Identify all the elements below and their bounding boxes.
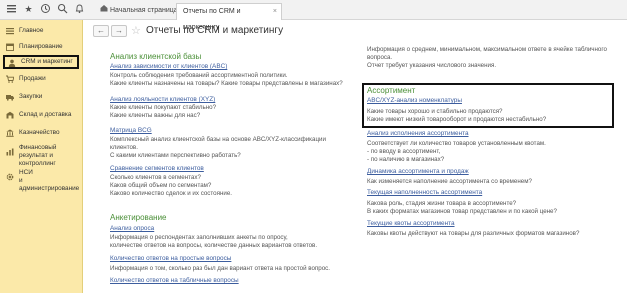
sidebar-item-label: Продажи <box>19 75 46 82</box>
sidebar-item-label: CRM и маркетинг <box>21 58 73 65</box>
sidebar-item-label-line1: Финансовый <box>19 144 57 151</box>
tab-home[interactable]: Начальная страница <box>94 3 184 20</box>
sidebar-item-label: Закупки <box>19 93 43 100</box>
sidebar-item-label: Планирование <box>19 43 63 50</box>
report-description: Каково количество сделок и их состояние. <box>110 190 232 197</box>
report-link-abc-xyz[interactable]: ABC/XYZ-анализ номенклатуры <box>367 97 462 104</box>
sidebar-item-label-line2: и администрирование <box>19 177 80 192</box>
report-link-current-fill[interactable]: Текущая наполненность ассортимента <box>367 189 482 196</box>
report-link-dynamics[interactable]: Динамика ассортимента и продаж <box>367 168 469 175</box>
top-toolbar: ★ Начальная страница Отчеты по CRM и мар… <box>0 0 627 31</box>
bank-icon <box>6 129 14 137</box>
report-description: Соответствует ли количество товаров уста… <box>367 140 546 147</box>
menu-icon[interactable] <box>5 3 18 16</box>
favorites-star-icon[interactable]: ★ <box>22 3 35 16</box>
report-link-segments[interactable]: Сравнение сегментов клиентов <box>110 165 204 172</box>
report-description: Отчет требует указания числового значени… <box>367 62 497 69</box>
report-description: Как изменяется наполнение ассортимента с… <box>367 178 532 185</box>
report-description: Какие клиенты назначены на товары? Какие… <box>110 80 343 87</box>
tab-crm-reports[interactable]: Отчеты по CRM и маркетингу × <box>176 3 282 31</box>
report-description: Какие товары хорошо и стабильно продаютс… <box>367 108 503 115</box>
forward-button[interactable]: → <box>111 25 127 37</box>
sidebar-item-crm[interactable]: CRM и маркетинг <box>3 55 79 69</box>
report-description: Какие клиенты покупают стабильно? <box>110 104 217 111</box>
report-description: - по вводу в ассортимент, <box>367 148 441 155</box>
report-description: Информация о среднем, минимальном, макси… <box>367 46 607 53</box>
sidebar-item-label: Казначейство <box>19 129 60 136</box>
list-icon <box>6 27 14 35</box>
report-link-simple-answers[interactable]: Количество ответов на простые вопросы <box>110 255 231 262</box>
page-title: Отчеты по CRM и маркетингу <box>146 25 284 36</box>
report-description: Каков общий объем по сегментам? <box>110 182 212 189</box>
report-link-assortment-execution[interactable]: Анализ исполнения ассортимента <box>367 130 469 137</box>
report-link-survey[interactable]: Анализ опроса <box>110 225 154 232</box>
notifications-bell-icon[interactable] <box>73 3 86 16</box>
sidebar-item-sales[interactable]: Продажи <box>3 72 79 86</box>
sidebar-item-label: Главное <box>19 27 44 34</box>
back-button[interactable]: ← <box>93 25 109 37</box>
report-link-bcg[interactable]: Матрица BCG <box>110 127 152 134</box>
section-title-assortment: Ассортимент <box>367 86 416 95</box>
report-description: Контроль соблюдения требований ассортиме… <box>110 72 288 79</box>
report-link-current-quotas[interactable]: Текущие квоты ассортимента <box>367 220 455 227</box>
report-description: С какими клиентами перспективно работать… <box>110 152 241 159</box>
report-description: Информация о том, сколько раз был дан ва… <box>110 265 330 272</box>
section-title-customer-analysis: Анализ клиентской базы <box>110 52 202 61</box>
report-description: количестве ответов на вопросы, количеств… <box>110 242 318 249</box>
people-icon <box>8 59 16 67</box>
sidebar-item-purchases[interactable]: Закупки <box>3 90 79 104</box>
chart-icon <box>6 148 14 156</box>
home-icon <box>100 3 108 19</box>
report-link-abc[interactable]: Анализ зависимости от клиентов (ABC) <box>110 63 227 70</box>
report-description: - по наличию в магазинах? <box>367 156 445 163</box>
sidebar-item-main[interactable]: Главное <box>3 24 79 38</box>
sidebar-item-finance[interactable]: Финансовый результат и контроллинг <box>3 141 79 167</box>
warehouse-icon <box>6 111 14 119</box>
tab-home-label: Начальная страница <box>109 7 178 14</box>
report-description: Информация о респондентах заполнивших ан… <box>110 234 288 241</box>
report-description: клиентов. <box>110 144 138 151</box>
sidebar-item-treasury[interactable]: Казначейство <box>3 126 79 140</box>
sidebar-item-admin[interactable]: НСИ и администрирование <box>3 166 79 192</box>
sidebar-item-warehouse[interactable]: Склад и доставка <box>3 108 79 122</box>
history-icon[interactable] <box>39 3 52 16</box>
report-description: Комплексный анализ клиентской базы на ос… <box>110 136 326 143</box>
calendar-icon <box>6 43 14 51</box>
report-description: вопроса. <box>367 54 393 61</box>
report-description: Какова роль, стадия жизни товара в ассор… <box>367 200 517 207</box>
report-link-table-answers[interactable]: Количество ответов на табличные вопросы <box>110 277 239 284</box>
truck-icon <box>6 93 14 101</box>
favorite-star-icon[interactable]: ☆ <box>131 24 141 37</box>
gear-icon <box>6 173 14 181</box>
report-description: Каковы квоты действуют на товары для раз… <box>367 230 580 237</box>
close-tab-icon[interactable]: × <box>273 4 277 20</box>
report-description: Сколько клиентов в сегментах? <box>110 174 201 181</box>
report-link-xyz[interactable]: Анализ лояльности клиентов (XYZ) <box>110 96 215 103</box>
search-icon[interactable] <box>56 3 69 16</box>
sidebar-item-planning[interactable]: Планирование <box>3 40 79 54</box>
sidebar: Главное Планирование CRM и маркетинг Про… <box>0 20 83 293</box>
report-description: Какие клиенты важны для нас? <box>110 112 201 119</box>
sidebar-item-label-line1: НСИ <box>19 169 33 176</box>
report-description: Какие имеют низкий товарооборот и продаю… <box>367 116 547 123</box>
report-description: В каких форматах магазинов товар предста… <box>367 208 557 215</box>
section-title-surveys: Анкетирование <box>110 213 167 222</box>
cart-icon <box>6 75 15 83</box>
sidebar-item-label: Склад и доставка <box>19 111 72 118</box>
